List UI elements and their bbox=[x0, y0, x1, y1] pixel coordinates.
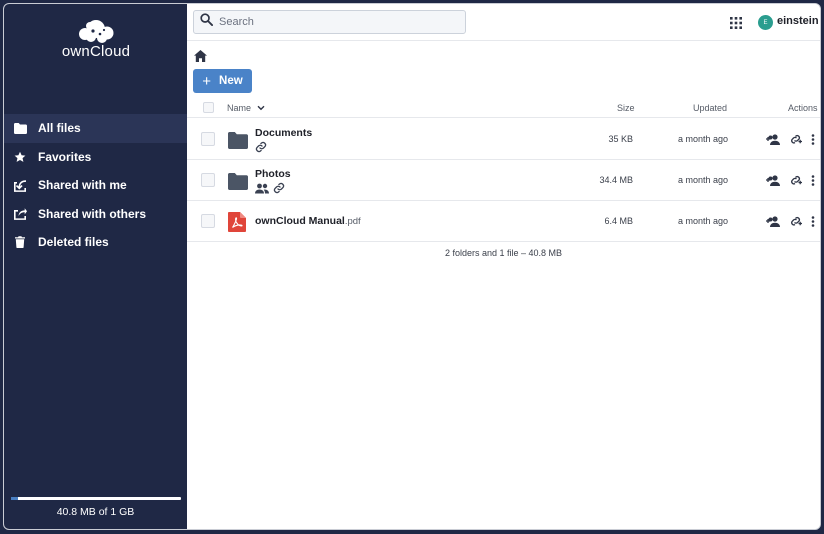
row-checkbox[interactable] bbox=[201, 173, 215, 187]
chevron-down-icon bbox=[257, 103, 265, 113]
quota-progress-bar bbox=[11, 497, 181, 500]
file-extension: .pdf bbox=[344, 216, 361, 227]
file-name[interactable]: Documents bbox=[255, 127, 312, 139]
trash-icon bbox=[12, 234, 28, 250]
column-header-name-label: Name bbox=[227, 103, 252, 113]
people-icon[interactable] bbox=[255, 181, 269, 199]
owncloud-logo[interactable]: ownCloud bbox=[60, 18, 132, 62]
file-size: 34.4 MB bbox=[599, 175, 633, 185]
table-row[interactable]: ownCloud Manual.pdf 6.4 MB a month ago bbox=[187, 201, 820, 242]
folder-icon bbox=[228, 130, 248, 150]
files-summary: 2 folders and 1 file – 40.8 MB bbox=[444, 248, 563, 258]
sidebar-item-label: Deleted files bbox=[38, 235, 109, 250]
table-row[interactable]: Documents 35 KB a month ago bbox=[187, 119, 820, 160]
column-header-actions: Actions bbox=[788, 103, 818, 113]
file-name[interactable]: ownCloud Manual.pdf bbox=[255, 215, 361, 227]
share-out-icon bbox=[12, 206, 28, 222]
share-indicators bbox=[255, 181, 285, 199]
column-header-size[interactable]: Size bbox=[617, 103, 635, 113]
sidebar-item-deleted-files[interactable]: Deleted files bbox=[4, 228, 187, 257]
star-icon bbox=[12, 149, 28, 165]
folder-icon bbox=[228, 171, 248, 191]
pdf-file-icon bbox=[228, 212, 248, 232]
add-people-icon[interactable] bbox=[766, 214, 781, 232]
add-people-icon[interactable] bbox=[766, 173, 781, 191]
plus-icon: + bbox=[202, 72, 212, 90]
sidebar: ownCloud All files Favorites Shared with… bbox=[4, 4, 187, 529]
sidebar-item-label: Favorites bbox=[38, 149, 92, 164]
app-window: ownCloud All files Favorites Shared with… bbox=[3, 3, 821, 530]
sidebar-nav: All files Favorites Shared with me Share… bbox=[4, 114, 187, 257]
add-link-icon[interactable] bbox=[790, 173, 802, 191]
cloud-logo-icon bbox=[79, 20, 114, 43]
share-in-icon bbox=[12, 177, 28, 193]
file-name[interactable]: Photos bbox=[255, 168, 291, 180]
more-options-icon[interactable] bbox=[811, 132, 815, 150]
quota-text: 40.8 MB of 1 GB bbox=[56, 506, 135, 518]
sidebar-item-label: All files bbox=[38, 121, 81, 136]
row-actions bbox=[766, 214, 815, 232]
link-icon[interactable] bbox=[273, 181, 285, 199]
row-actions bbox=[766, 173, 815, 191]
file-name-text: ownCloud Manual bbox=[255, 215, 345, 227]
file-name-text: Photos bbox=[255, 168, 291, 180]
top-bar: E einstein bbox=[187, 4, 820, 41]
more-options-icon[interactable] bbox=[811, 214, 815, 232]
select-all-checkbox[interactable] bbox=[203, 102, 214, 113]
home-breadcrumb-icon[interactable] bbox=[194, 49, 207, 62]
folder-icon bbox=[12, 120, 28, 136]
table-row[interactable]: Photos 34.4 MB a month ago bbox=[187, 160, 820, 201]
search-icon bbox=[200, 13, 213, 31]
app-switcher-icon[interactable] bbox=[730, 16, 742, 29]
row-checkbox[interactable] bbox=[201, 132, 215, 146]
sidebar-item-all-files[interactable]: All files bbox=[4, 114, 187, 143]
file-updated: a month ago bbox=[678, 175, 729, 185]
sidebar-item-favorites[interactable]: Favorites bbox=[4, 143, 187, 172]
row-actions bbox=[766, 132, 815, 150]
sidebar-item-shared-with-others[interactable]: Shared with others bbox=[4, 200, 187, 229]
table-header: Name Size Updated Actions bbox=[187, 99, 820, 118]
search-input[interactable] bbox=[219, 16, 449, 28]
sidebar-item-label: Shared with me bbox=[38, 178, 127, 193]
more-options-icon[interactable] bbox=[811, 173, 815, 191]
username[interactable]: einstein bbox=[777, 15, 819, 27]
logo-text: ownCloud bbox=[61, 43, 131, 60]
file-size: 35 KB bbox=[608, 134, 633, 144]
file-name-text: Documents bbox=[255, 127, 313, 139]
row-checkbox[interactable] bbox=[201, 214, 215, 228]
search-box[interactable] bbox=[193, 10, 466, 34]
avatar[interactable]: E bbox=[758, 15, 773, 30]
add-link-icon[interactable] bbox=[790, 214, 802, 232]
column-header-name[interactable]: Name bbox=[227, 103, 265, 113]
file-updated: a month ago bbox=[678, 216, 729, 226]
add-link-icon[interactable] bbox=[790, 132, 802, 150]
share-indicators bbox=[255, 140, 267, 158]
file-updated: a month ago bbox=[678, 134, 729, 144]
new-button[interactable]: + New bbox=[193, 69, 252, 93]
link-icon[interactable] bbox=[255, 140, 267, 158]
new-button-label: New bbox=[219, 75, 243, 87]
column-header-updated[interactable]: Updated bbox=[693, 103, 727, 113]
file-size: 6.4 MB bbox=[604, 216, 633, 226]
quota-progress-fill bbox=[11, 497, 18, 500]
sidebar-item-shared-with-me[interactable]: Shared with me bbox=[4, 171, 187, 200]
add-people-icon[interactable] bbox=[766, 132, 781, 150]
sidebar-item-label: Shared with others bbox=[38, 206, 147, 221]
main-content: E einstein + New Name Size Updated Actio… bbox=[187, 4, 820, 529]
